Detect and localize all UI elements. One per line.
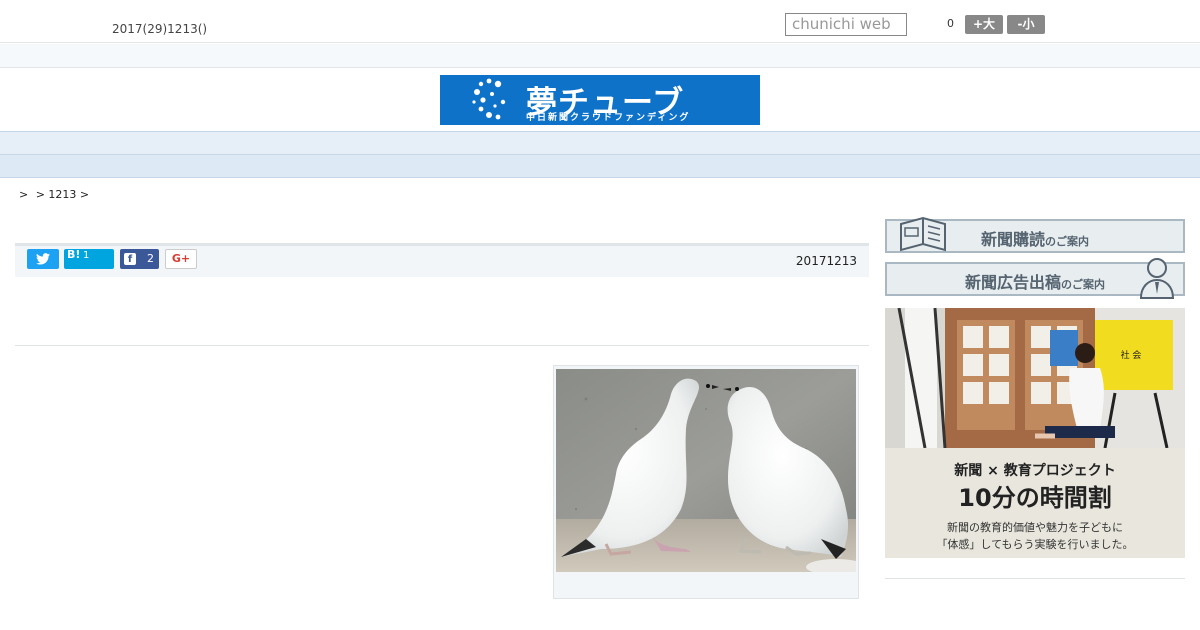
nav-item-9[interactable] (808, 136, 848, 155)
breadcrumb-date-link[interactable]: > 1213 > (36, 188, 89, 201)
newspaper-education-promo-banner[interactable]: 社 会 新聞 × 教育プロジェクト 10分の時間割 新聞の教育的価値や魅力を子ど… (885, 308, 1185, 558)
article-divider (15, 345, 869, 346)
newspaper-subscription-banner[interactable]: 新聞購読のご案内 (885, 216, 1185, 253)
ptarmigan-photo[interactable] (556, 369, 856, 572)
main-nav (0, 131, 1200, 155)
current-date: 2017(29)1213() (112, 22, 208, 36)
logo-subtitle: 中日新聞クラウドファンディング (526, 113, 691, 123)
top-bar: 2017(29)1213() chunichi web 0 +大 -小 (0, 0, 1200, 43)
font-size-value: 0 (947, 17, 954, 30)
nav-item-7[interactable] (648, 136, 688, 155)
nav-item-6[interactable] (568, 136, 608, 155)
facebook-icon: f (124, 253, 136, 265)
sub-nav-bar (0, 155, 1200, 178)
promo-screen-label: 社 会 (1121, 349, 1142, 361)
promo-headline: 新聞 × 教育プロジェクト (954, 463, 1116, 479)
nav-item-2[interactable] (248, 136, 288, 155)
subscription-banner-text: 新聞購読のご案内 (980, 230, 1089, 249)
font-larger-button[interactable]: +大 (965, 15, 1003, 34)
facebook-count: 2 (147, 252, 154, 265)
facebook-share-button[interactable]: f 2 (120, 249, 159, 269)
sub-bar (0, 44, 1200, 68)
article-photo-frame (553, 365, 859, 599)
classroom-photo: 社 会 (885, 308, 1185, 448)
article-date: 20171213 (795, 254, 857, 268)
hatena-count: 1 (83, 250, 90, 261)
hatena-label: B! (67, 248, 81, 261)
sidebar-divider (885, 578, 1185, 579)
share-bar: B! 1 f 2 G+ 20171213 (15, 246, 869, 277)
nav-item-3[interactable] (328, 136, 368, 155)
newspaper-ad-banner[interactable]: 新聞広告出稿のご案内 (885, 258, 1185, 299)
promo-description-line2: 「体感」してもらう実験を行いました。 (936, 538, 1134, 551)
promo-text-panel: 新聞 × 教育プロジェクト 10分の時間割 新聞の教育的価値や魅力を子どもに 「… (885, 448, 1185, 558)
font-smaller-button[interactable]: -小 (1007, 15, 1045, 34)
dots-logo-icon (472, 78, 506, 120)
twitter-bird-icon (36, 253, 50, 265)
ptarmigan-image (556, 369, 856, 572)
hatena-bookmark-button[interactable]: B! 1 (64, 248, 114, 269)
google-plus-button[interactable]: G+ (165, 249, 197, 269)
twitter-share-button[interactable] (27, 249, 59, 269)
promo-title: 10分の時間割 (958, 484, 1112, 512)
nav-item-4[interactable] (408, 136, 448, 155)
breadcrumb-home-link[interactable]: > (19, 188, 28, 201)
nav-item-5[interactable] (488, 136, 528, 155)
promo-description-line1: 新聞の教育的価値や魅力を子どもに (947, 521, 1123, 534)
nav-item-1[interactable] (168, 136, 208, 155)
breadcrumb: > > 1213 > (19, 188, 93, 201)
nav-item-8[interactable] (728, 136, 768, 155)
yume-tube-logo-banner[interactable]: 夢チューブ 中日新聞クラウドファンディング (440, 75, 760, 125)
businessman-icon (1139, 258, 1175, 299)
search-input[interactable]: chunichi web (785, 13, 907, 36)
